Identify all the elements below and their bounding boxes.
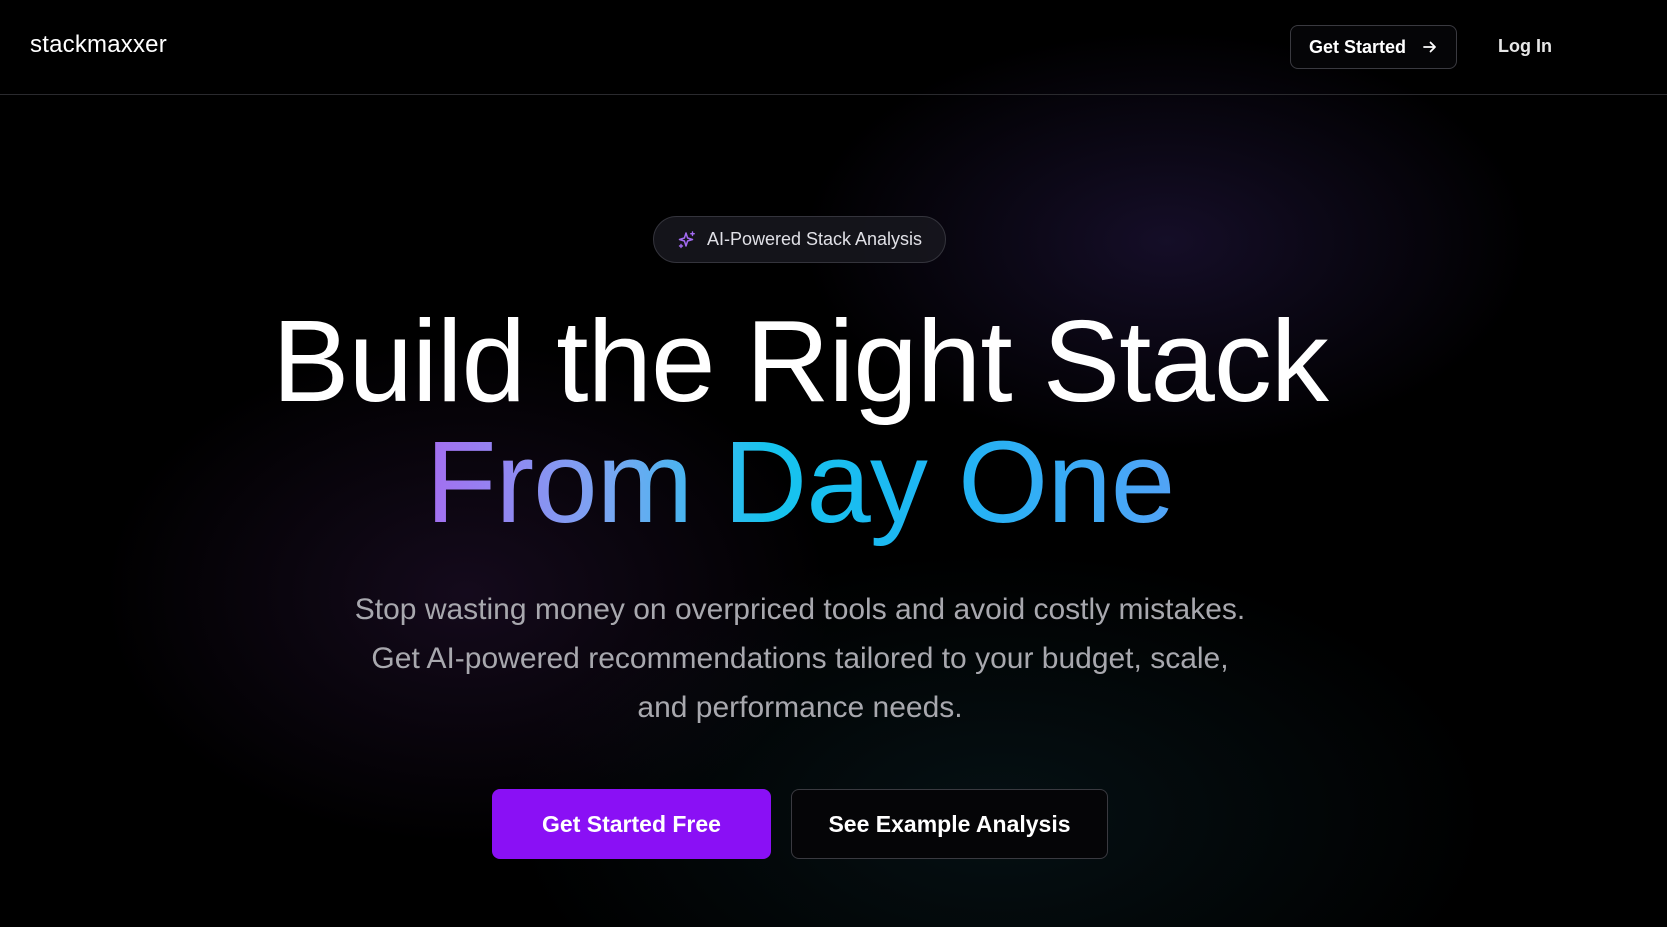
nav-get-started-label: Get Started <box>1308 36 1407 57</box>
hero-headline-line2: From Day One <box>0 417 1600 547</box>
see-example-analysis-button[interactable]: See Example Analysis <box>791 789 1108 859</box>
hero-subtitle: Stop wasting money on overpriced tools a… <box>300 585 1300 732</box>
arrow-right-icon <box>1422 39 1438 55</box>
badge-label: AI-Powered Stack Analysis <box>706 229 923 249</box>
logo[interactable]: stackmaxxer <box>30 31 167 59</box>
landing-page: stackmaxxer Get Started Log In AI-Powere… <box>0 0 1667 927</box>
subtitle-line2: Get AI-powered recommendations tailored … <box>371 642 1229 675</box>
get-started-free-label: Get Started Free <box>542 810 721 837</box>
nav-get-started-button[interactable]: Get Started <box>1290 25 1457 69</box>
get-started-free-button[interactable]: Get Started Free <box>492 789 771 859</box>
subtitle-line1: Stop wasting money on overpriced tools a… <box>354 593 1246 626</box>
top-navbar: stackmaxxer Get Started Log In <box>0 0 1667 95</box>
sparkles-icon <box>677 230 697 250</box>
feature-badge: AI-Powered Stack Analysis <box>653 216 946 263</box>
login-link[interactable]: Log In <box>1498 36 1552 57</box>
subtitle-line3: and performance needs. <box>637 691 963 724</box>
gradient-headline-text: From Day One <box>425 417 1176 547</box>
hero-headline-line1: Build the Right Stack <box>272 296 1329 426</box>
see-example-analysis-label: See Example Analysis <box>828 810 1071 837</box>
